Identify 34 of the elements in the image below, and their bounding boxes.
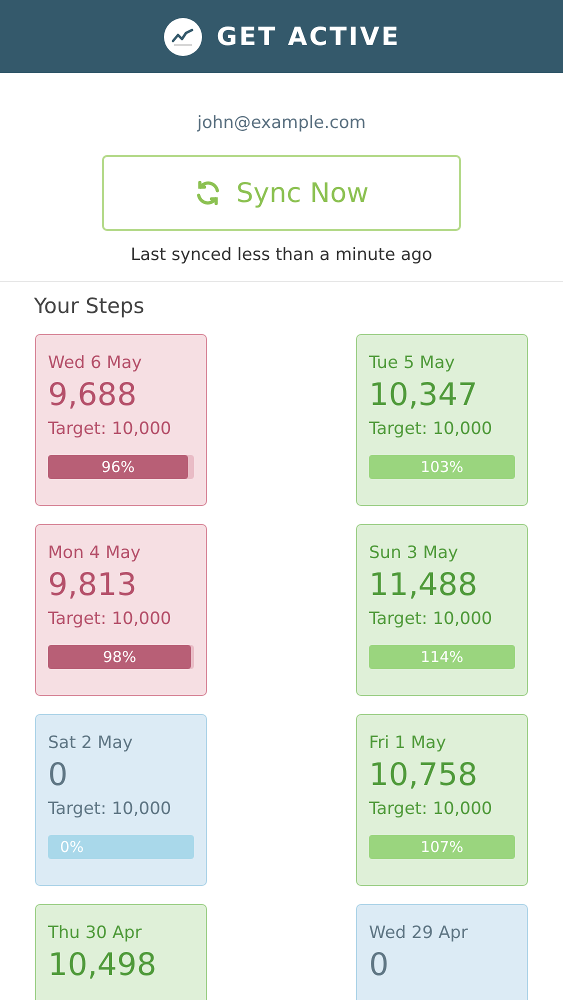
step-count: 10,347 <box>369 377 478 413</box>
day-date: Thu 30 Apr <box>48 923 143 943</box>
step-count: 0 <box>48 757 69 793</box>
section-title: Your Steps <box>34 294 146 318</box>
day-date: Wed 6 May <box>48 353 143 373</box>
target-label: Target: 10,000 <box>369 609 494 629</box>
progress-percent: 114% <box>420 648 464 666</box>
step-count: 9,688 <box>48 377 138 413</box>
day-date: Fri 1 May <box>369 733 448 753</box>
step-count: 11,488 <box>369 567 478 603</box>
progress-percent: 0% <box>60 838 84 856</box>
day-date: Mon 4 May <box>48 543 142 563</box>
day-date: Sun 3 May <box>369 543 460 563</box>
target-label: Target: 10,000 <box>48 799 172 819</box>
progress-percent: 103% <box>420 458 464 476</box>
progress-percent: 96% <box>101 458 135 476</box>
day-date: Wed 29 Apr <box>369 923 469 943</box>
chart-logo-icon <box>162 16 203 56</box>
account-email: john@example.com <box>196 113 367 133</box>
target-label: Target: 10,000 <box>369 799 494 819</box>
step-count: 0 <box>369 947 390 983</box>
target-label: Target: 10,000 <box>48 419 172 439</box>
sync-status: Last synced less than a minute ago <box>130 245 434 265</box>
day-date: Tue 5 May <box>369 353 456 373</box>
step-count: 10,758 <box>369 757 478 793</box>
app-title: GET ACTIVE <box>216 22 400 51</box>
progress-percent: 98% <box>102 648 136 666</box>
step-count: 9,813 <box>48 567 138 603</box>
target-label: Target: 10,000 <box>369 419 494 439</box>
sync-button[interactable]: Sync Now <box>102 155 461 231</box>
step-count: 10,498 <box>48 947 158 983</box>
target-label: Target: 10,000 <box>48 609 172 629</box>
progress-percent: 107% <box>420 838 464 856</box>
day-date: Sat 2 May <box>48 733 134 753</box>
